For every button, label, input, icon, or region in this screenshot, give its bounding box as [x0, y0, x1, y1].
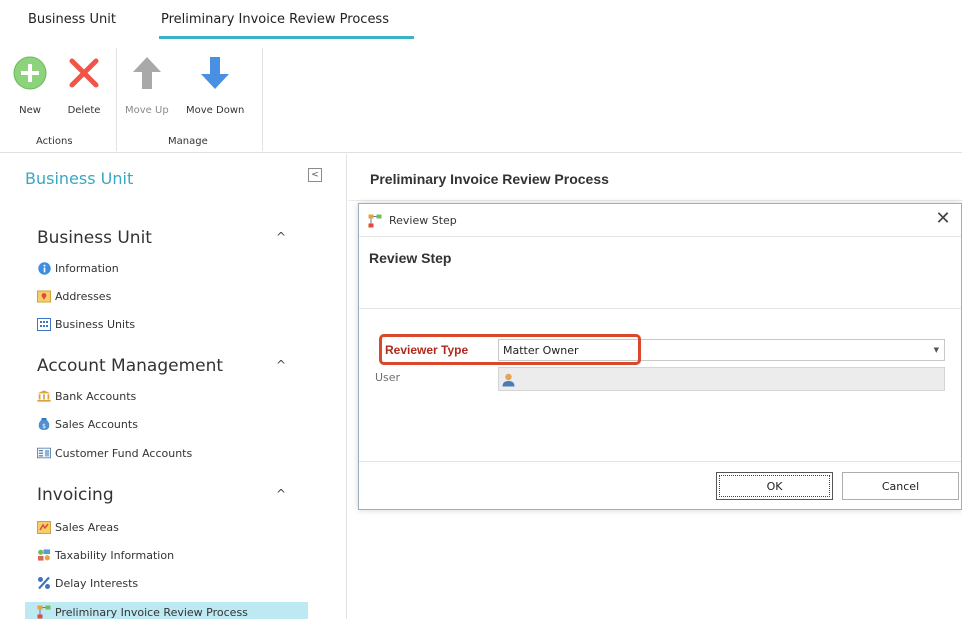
sales-area-icon	[37, 520, 51, 534]
new-button[interactable]: New	[10, 53, 50, 116]
nav-item-customer-fund-accounts[interactable]: Customer Fund Accounts	[37, 443, 192, 463]
nav-item-label: Addresses	[55, 289, 112, 303]
nav-item-label: Customer Fund Accounts	[55, 446, 193, 460]
review-step-dialog: Review Step ✕ Review Step Reviewer Type …	[358, 203, 962, 510]
info-icon	[37, 261, 51, 275]
ribbon-toolbar: New Delete Move Up Move Down Actions Man…	[0, 40, 962, 153]
group-label-actions: Actions	[36, 136, 73, 147]
ribbon-tabs: Business Unit Preliminary Invoice Review…	[0, 0, 962, 40]
nav-item-sales-accounts[interactable]: $ Sales Accounts	[37, 414, 138, 434]
delete-label: Delete	[67, 105, 101, 116]
svg-text:$: $	[42, 423, 46, 430]
plus-icon	[10, 53, 50, 93]
section-title-invoicing[interactable]: Invoicing	[37, 485, 114, 505]
dialog-heading: Review Step	[369, 250, 452, 266]
taxability-icon	[37, 548, 51, 562]
new-label: New	[19, 105, 41, 116]
dropdown-arrow-icon[interactable]: ▼	[934, 346, 939, 354]
side-navigation: Business Unit < Business Unit ^ Informat…	[0, 154, 347, 619]
nav-item-label: Information	[55, 261, 119, 275]
nav-item-label: Taxability Information	[55, 548, 175, 562]
chevron-up-icon[interactable]: ^	[276, 230, 286, 244]
review-process-icon	[368, 213, 382, 232]
bank-icon	[37, 389, 51, 403]
sales-account-icon: $	[37, 417, 51, 431]
collapse-panel-button[interactable]: <	[308, 168, 322, 182]
nav-item-label: Sales Accounts	[55, 417, 138, 431]
nav-item-bank-accounts[interactable]: Bank Accounts	[37, 386, 136, 406]
nav-item-label: Preliminary Invoice Review Process	[55, 605, 248, 619]
section-title-business-unit[interactable]: Business Unit	[37, 228, 152, 248]
fund-account-icon	[37, 446, 51, 460]
page-title: Preliminary Invoice Review Process	[370, 171, 609, 187]
ribbon-separator	[116, 48, 117, 151]
tab-business-unit[interactable]: Business Unit	[28, 12, 116, 27]
cancel-button[interactable]: Cancel	[842, 472, 959, 500]
group-label-manage: Manage	[168, 136, 208, 147]
nav-item-business-units[interactable]: Business Units	[37, 314, 135, 334]
nav-item-information[interactable]: Information	[37, 258, 119, 278]
nav-item-preliminary-invoice-review-process[interactable]: Preliminary Invoice Review Process	[25, 602, 308, 619]
arrow-down-icon	[195, 53, 235, 93]
active-tab-indicator	[159, 36, 414, 39]
ribbon-separator	[262, 48, 263, 151]
dialog-window-title: Review Step	[389, 214, 457, 227]
section-title-account-management[interactable]: Account Management	[37, 356, 223, 376]
nav-item-label: Business Units	[55, 317, 136, 331]
nav-item-sales-areas[interactable]: Sales Areas	[37, 517, 119, 537]
move-up-label: Move Up	[125, 105, 169, 116]
business-units-icon	[37, 317, 51, 331]
nav-item-delay-interests[interactable]: Delay Interests	[37, 573, 138, 593]
chevron-up-icon[interactable]: ^	[276, 358, 286, 372]
nav-item-taxability-information[interactable]: Taxability Information	[37, 545, 174, 565]
dialog-header: Review Step	[359, 238, 961, 309]
tab-preliminary-invoice-review-process[interactable]: Preliminary Invoice Review Process	[161, 12, 389, 27]
dialog-footer-divider	[359, 461, 961, 462]
user-label: User	[375, 371, 401, 384]
chevron-up-icon[interactable]: ^	[276, 487, 286, 501]
arrow-up-icon	[127, 53, 167, 93]
move-up-button[interactable]: Move Up	[125, 53, 169, 116]
close-icon[interactable]: ✕	[933, 209, 953, 229]
move-down-label: Move Down	[186, 105, 245, 116]
user-icon	[502, 372, 515, 391]
delete-x-icon	[64, 53, 104, 93]
nav-item-label: Delay Interests	[55, 576, 139, 590]
percent-icon	[37, 576, 51, 590]
review-process-icon	[37, 605, 51, 619]
content-header-divider	[348, 200, 962, 201]
highlight-box	[379, 334, 641, 365]
nav-title: Business Unit	[25, 169, 134, 188]
address-icon	[37, 289, 51, 303]
dialog-titlebar[interactable]: Review Step ✕	[359, 204, 961, 237]
nav-item-addresses[interactable]: Addresses	[37, 286, 111, 306]
nav-item-label: Bank Accounts	[55, 389, 137, 403]
user-field	[498, 367, 945, 391]
move-down-button[interactable]: Move Down	[186, 53, 244, 116]
delete-button[interactable]: Delete	[64, 53, 104, 116]
nav-item-label: Sales Areas	[55, 520, 119, 534]
ok-button[interactable]: OK	[716, 472, 833, 500]
